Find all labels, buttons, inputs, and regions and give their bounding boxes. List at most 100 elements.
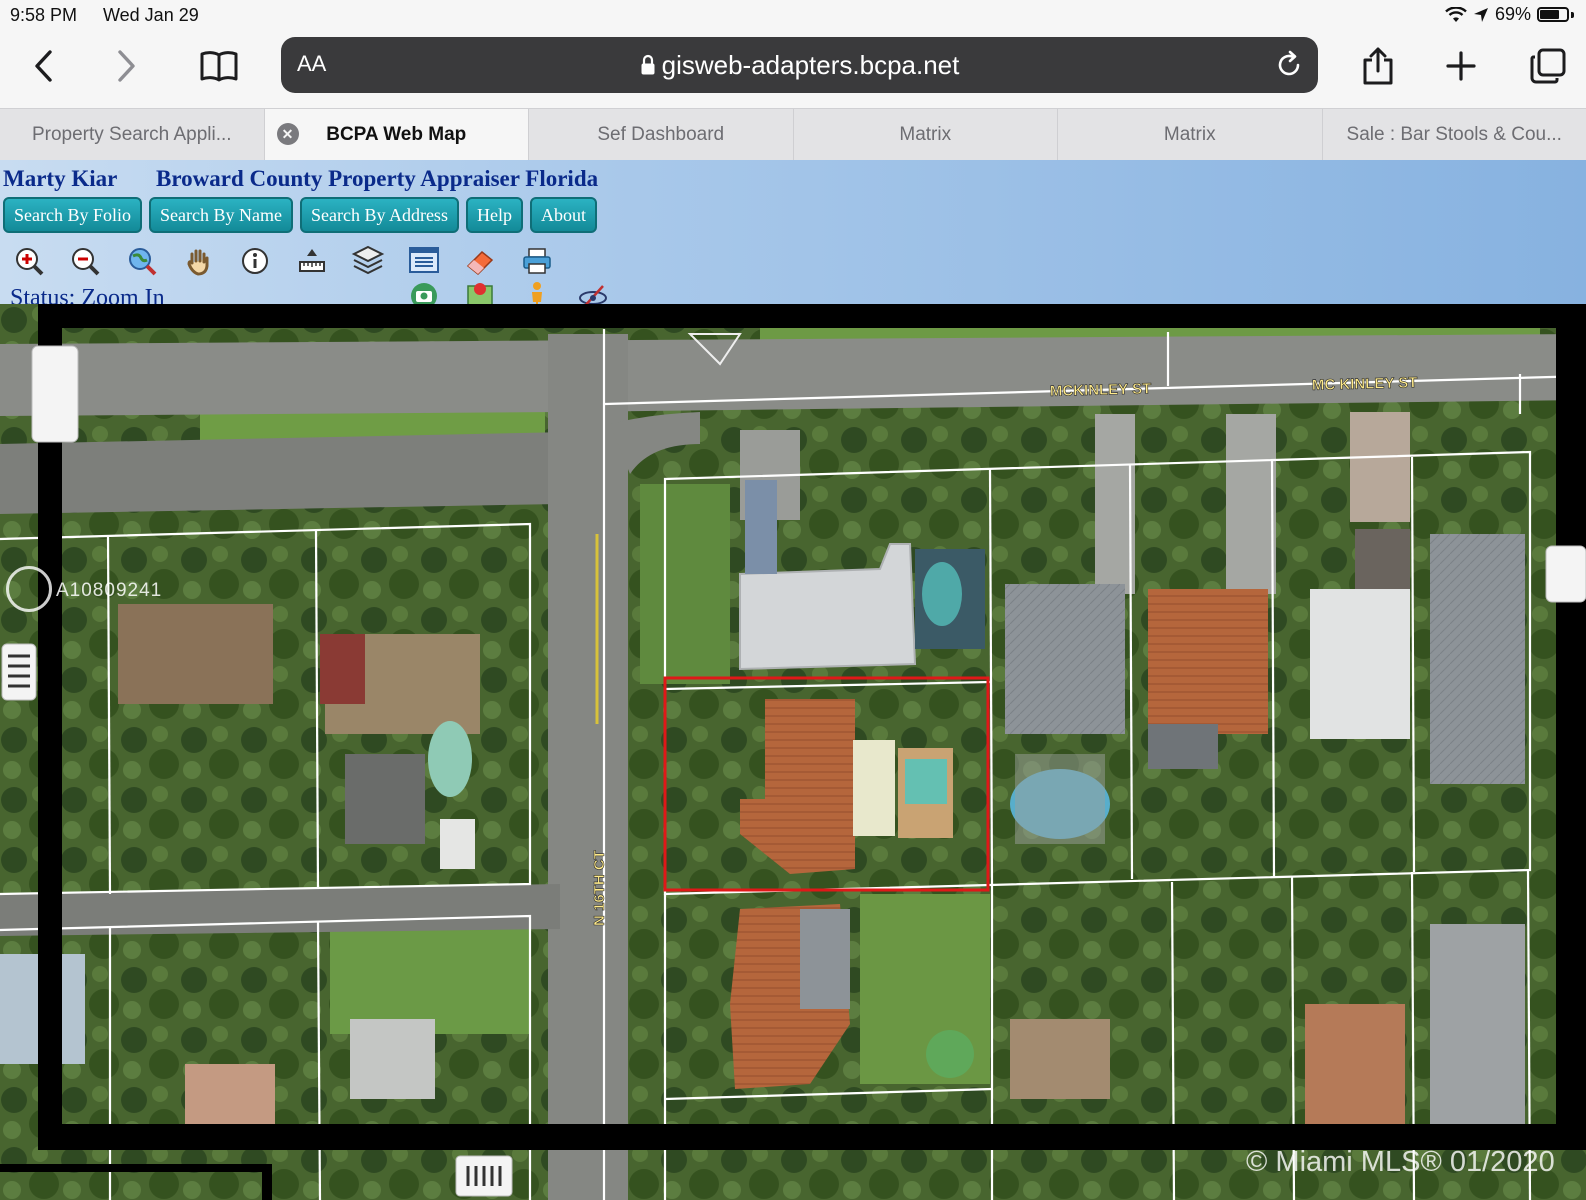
lawn <box>330 914 530 1034</box>
shed-roof <box>440 819 475 869</box>
aerial-map[interactable]: MCKINLEY ST MC KINLEY ST N 16TH CT A1080… <box>0 304 1586 1200</box>
print-tool[interactable] <box>520 244 554 278</box>
hand-icon <box>187 249 209 276</box>
tab-label: Property Search Appli... <box>31 124 232 145</box>
driveway <box>1095 414 1135 594</box>
zoom-out-tool[interactable] <box>68 244 102 278</box>
info-icon <box>242 248 268 274</box>
pool-deck <box>1015 754 1105 844</box>
battery-icon <box>1537 7 1569 22</box>
ios-status-bar: 9:58 PM Wed Jan 29 69% <box>0 0 1586 30</box>
location-arrow-icon <box>1473 7 1488 22</box>
site-title: Broward County Property Appraiser Florid… <box>156 166 599 191</box>
full-extent-tool[interactable] <box>125 244 159 278</box>
globe-zoom-icon <box>129 248 157 276</box>
tab-label: Matrix <box>1163 124 1216 145</box>
help-button[interactable]: Help <box>465 197 523 233</box>
street-label-mckinley-east: MC KINLEY ST <box>1312 374 1418 394</box>
house-roof <box>320 634 365 704</box>
tab-property-search[interactable]: Property Search Appli... <box>0 109 264 161</box>
subject-patio-roof <box>853 740 895 836</box>
tabs-overview-button[interactable] <box>1528 44 1568 88</box>
book-icon <box>200 51 238 82</box>
tab-sef-dashboard[interactable]: Sef Dashboard <box>528 109 793 161</box>
house-roof <box>1430 924 1525 1144</box>
zoom-in-tool[interactable] <box>12 244 46 278</box>
search-by-folio-button[interactable]: Search By Folio <box>3 197 142 233</box>
side-panel-toggle[interactable] <box>1545 545 1586 603</box>
chevron-left-icon <box>35 50 52 82</box>
carport-roof <box>745 480 777 574</box>
subject-pool <box>905 759 947 804</box>
pool <box>428 721 472 797</box>
street-label-mckinley: MCKINLEY ST <box>1050 380 1152 400</box>
bookmarks-button[interactable] <box>198 44 240 88</box>
house-roof <box>1005 584 1125 734</box>
house-roof <box>1430 534 1525 784</box>
new-tab-button[interactable] <box>1444 44 1478 88</box>
lock-icon <box>641 54 655 75</box>
measure-tool[interactable] <box>295 244 329 278</box>
reload-icon[interactable] <box>1274 49 1304 79</box>
house-roof <box>118 604 273 704</box>
battery-percent: 69% <box>1494 4 1531 24</box>
house-roof <box>1310 589 1410 739</box>
identify-tool[interactable] <box>238 244 272 278</box>
pan-tool[interactable] <box>182 244 216 278</box>
printer-icon <box>523 248 551 274</box>
round-pool <box>926 1030 974 1078</box>
tab-matrix-2[interactable]: Matrix <box>1057 109 1322 161</box>
house-roof <box>345 754 425 844</box>
search-by-address-button[interactable]: Search By Address <box>299 197 459 233</box>
battery-nub <box>1571 11 1574 18</box>
aerial-map-canvas: MCKINLEY ST MC KINLEY ST N 16TH CT <box>0 304 1586 1200</box>
pergola <box>1355 529 1410 589</box>
mls-logo-icon <box>6 566 52 612</box>
zoom-slider-widget[interactable] <box>31 345 79 443</box>
close-tab-icon[interactable]: ✕ <box>276 123 299 145</box>
house-roof <box>800 909 850 1009</box>
mls-watermark: © Miami MLS® 01/2020 <box>1246 1146 1555 1178</box>
tab-label: BCPA Web Map <box>326 124 467 145</box>
address-bar[interactable]: AA gisweb-adapters.bcpa.net <box>281 37 1318 93</box>
driveway <box>1226 414 1276 594</box>
shed-roof <box>1148 724 1218 769</box>
legend-tool[interactable] <box>407 244 441 278</box>
share-icon <box>1363 47 1393 85</box>
plus-icon <box>1446 51 1476 81</box>
house-roof <box>1305 1004 1405 1134</box>
tab-bar-stools[interactable]: Sale : Bar Stools & Cou... <box>1321 109 1586 161</box>
tabs-icon <box>1530 48 1566 84</box>
n-16th-ct-road <box>548 334 628 1200</box>
ruler-icon <box>299 249 325 272</box>
tab-matrix-1[interactable]: Matrix <box>792 109 1058 161</box>
driveway <box>1350 412 1410 522</box>
search-by-name-button[interactable]: Search By Name <box>149 197 293 233</box>
street-label-n-16th-ct: N 16TH CT <box>591 850 608 926</box>
browser-toolbar: AA gisweb-adapters.bcpa.net <box>0 30 1586 108</box>
share-button[interactable] <box>1360 44 1396 88</box>
about-button[interactable]: About <box>529 197 597 233</box>
back-button[interactable] <box>28 44 58 88</box>
house-roof <box>1010 1019 1110 1099</box>
tab-label: Sale : Bar Stools & Cou... <box>1346 124 1562 145</box>
chevron-right-icon <box>118 50 135 82</box>
clock: 9:58 PM <box>10 5 78 25</box>
menu-widget[interactable] <box>1 643 37 701</box>
wifi-icon <box>1445 6 1467 22</box>
layers-tool[interactable] <box>351 244 385 278</box>
pool <box>922 562 962 626</box>
bcpa-header: Marty Kiar Broward County Property Appra… <box>0 160 1586 311</box>
house-roof <box>1148 589 1268 734</box>
layers-icon <box>351 245 385 275</box>
window-list-icon <box>409 247 439 273</box>
date: Wed Jan 29 <box>103 5 199 25</box>
tab-label: Matrix <box>899 124 952 145</box>
eraser-icon <box>466 250 494 276</box>
clear-tool[interactable] <box>463 244 497 278</box>
lawn <box>640 484 730 684</box>
status-indicators: 69% <box>1445 4 1574 25</box>
tab-bcpa-web-map[interactable]: ✕ BCPA Web Map <box>263 109 528 161</box>
zoom-out-icon <box>72 248 100 276</box>
forward-button[interactable] <box>112 44 142 88</box>
